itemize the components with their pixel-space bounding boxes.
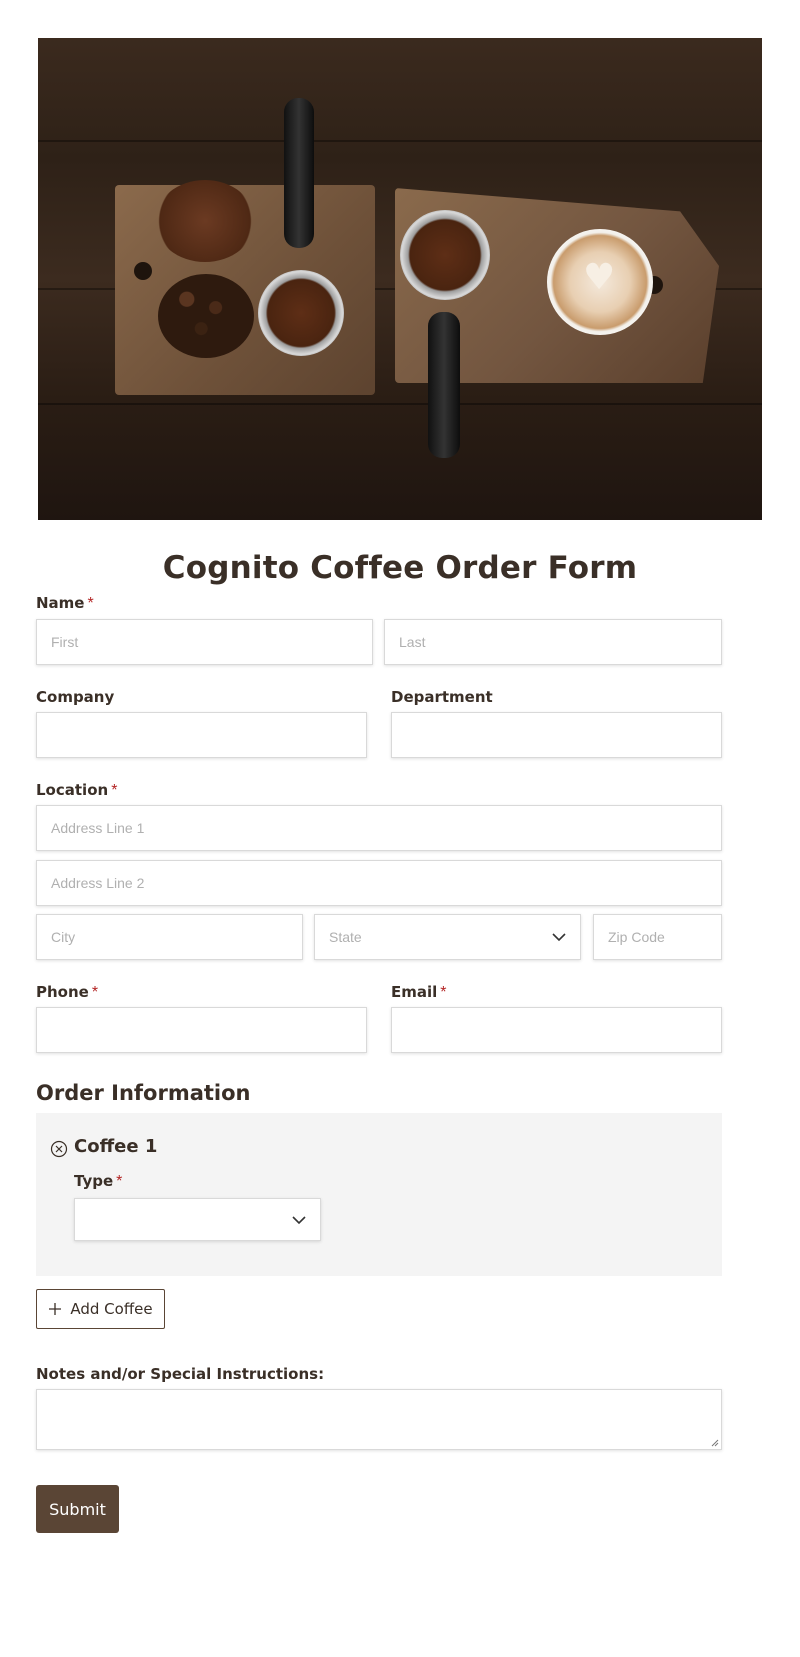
type-label: Type	[74, 1172, 114, 1190]
page-title: Cognito Coffee Order Form	[162, 550, 638, 586]
email-field[interactable]	[391, 1007, 722, 1053]
first-name-placeholder: First	[51, 634, 79, 650]
plus-icon	[49, 1303, 62, 1315]
zip-code-field[interactable]: Zip Code	[593, 914, 722, 960]
phone-field[interactable]	[36, 1007, 367, 1053]
name-label-row: Name *	[36, 594, 94, 613]
type-label-row: Type *	[74, 1172, 122, 1191]
name-label: Name	[36, 594, 85, 612]
address-line2-placeholder: Address Line 2	[51, 875, 145, 891]
address-line1-placeholder: Address Line 1	[51, 820, 145, 836]
required-marker: *	[91, 984, 99, 1001]
coffee-item-panel: Coffee 1 Type *	[36, 1113, 722, 1276]
department-label: Department	[391, 688, 493, 706]
location-label-row: Location *	[36, 781, 117, 800]
chevron-down-icon	[292, 1216, 306, 1225]
department-field[interactable]	[391, 712, 722, 758]
hero-image	[38, 38, 762, 520]
phone-label: Phone	[36, 983, 89, 1001]
first-name-field[interactable]: First	[36, 619, 373, 665]
resize-handle-icon[interactable]	[709, 1437, 719, 1447]
coffee-item-title: Coffee 1	[74, 1136, 158, 1157]
required-marker: *	[87, 595, 94, 612]
phone-label-row: Phone *	[36, 983, 98, 1002]
add-coffee-label: Add Coffee	[70, 1300, 153, 1318]
required-marker: *	[116, 1173, 123, 1190]
department-label-row: Department	[391, 688, 493, 706]
notes-label-row: Notes and/or Special Instructions:	[36, 1365, 324, 1383]
address-line1-field[interactable]: Address Line 1	[36, 805, 722, 851]
address-line2-field[interactable]: Address Line 2	[36, 860, 722, 906]
zip-code-placeholder: Zip Code	[608, 929, 665, 945]
city-placeholder: City	[51, 929, 76, 945]
order-section-title: Order Information	[36, 1081, 251, 1105]
location-label: Location	[36, 781, 109, 799]
chevron-down-icon	[552, 933, 566, 942]
latte-cup	[547, 229, 653, 335]
last-name-field[interactable]: Last	[384, 619, 722, 665]
company-label: Company	[36, 688, 115, 706]
circle-x-icon[interactable]	[50, 1140, 68, 1158]
form-container: Cognito Coffee Order Form	[38, 38, 762, 586]
company-field[interactable]	[36, 712, 367, 758]
submit-label: Submit	[49, 1499, 106, 1519]
state-placeholder: State	[329, 929, 362, 945]
last-name-placeholder: Last	[399, 634, 426, 650]
notes-textarea[interactable]	[36, 1389, 722, 1450]
coffee-type-select[interactable]	[74, 1198, 321, 1241]
notes-label: Notes and/or Special Instructions:	[36, 1365, 325, 1383]
company-label-row: Company	[36, 688, 114, 706]
email-label-row: Email *	[391, 983, 447, 1002]
state-select[interactable]: State	[314, 914, 581, 960]
add-coffee-button[interactable]: Add Coffee	[36, 1289, 165, 1329]
email-label: Email	[391, 983, 438, 1001]
submit-button[interactable]: Submit	[36, 1485, 119, 1533]
city-field[interactable]: City	[36, 914, 303, 960]
required-marker: *	[111, 782, 118, 799]
required-marker: *	[440, 984, 447, 1001]
